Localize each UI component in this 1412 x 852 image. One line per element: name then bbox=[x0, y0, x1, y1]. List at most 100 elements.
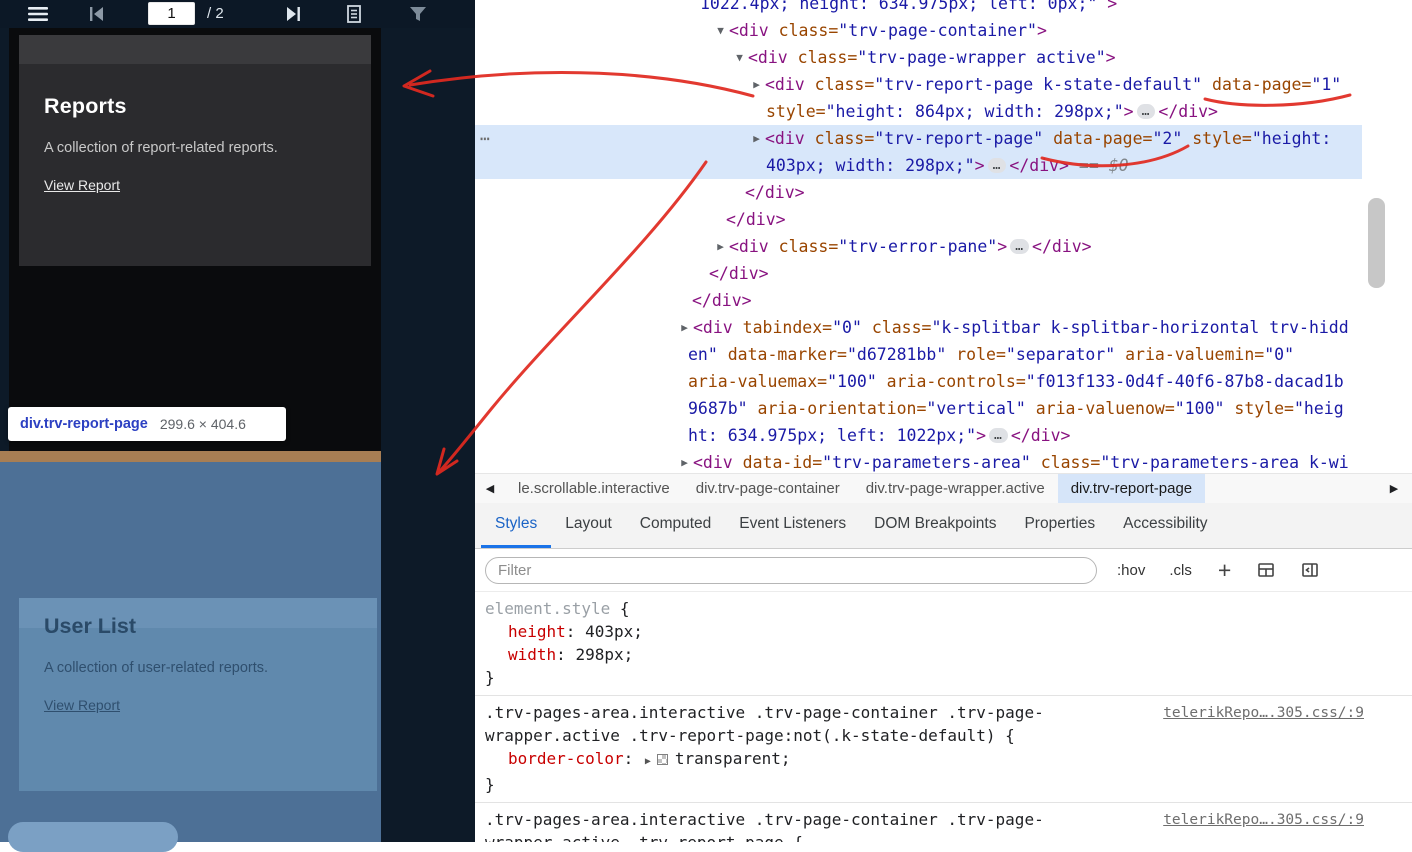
parameters-filter-icon[interactable] bbox=[408, 5, 428, 23]
dom-token: 1022.4px; height: 634.975px; left: 0px;" bbox=[700, 0, 1098, 13]
tab-styles[interactable]: Styles bbox=[481, 503, 552, 548]
dom-token: "trv-report-page k-state-default" bbox=[874, 75, 1203, 94]
breadcrumb-next-icon[interactable]: ▶ bbox=[1376, 482, 1412, 495]
tab-dom-breakpoints[interactable]: DOM Breakpoints bbox=[860, 503, 1010, 548]
inline-expand-button[interactable]: … bbox=[987, 158, 1007, 173]
stylesheet-source-link[interactable]: telerikRepo….305.css/:9 bbox=[1163, 703, 1364, 723]
dom-token: > bbox=[1097, 0, 1118, 13]
expand-longhand-icon[interactable]: ▶ bbox=[645, 756, 651, 767]
dom-tree-row-13[interactable]: en" data-marker="d67281bb" role="separat… bbox=[475, 341, 1362, 368]
tab-accessibility[interactable]: Accessibility bbox=[1109, 503, 1221, 548]
css-property[interactable]: width: 298px; bbox=[475, 643, 1412, 666]
report-title: User List bbox=[44, 614, 137, 638]
dom-tree-row-10[interactable]: </div> bbox=[475, 260, 1362, 287]
dom-tree-row-12[interactable]: ▶ <div tabindex="0" class="k-splitbar k-s… bbox=[475, 314, 1362, 341]
dom-tree-row-5[interactable]: ▶ <div class="trv-report-page" data-page=… bbox=[475, 125, 1362, 152]
styles-filter-input[interactable] bbox=[485, 556, 1097, 584]
disclosure-arrow-icon[interactable]: ▼ bbox=[731, 44, 748, 71]
dom-tree-row-7[interactable]: </div> bbox=[475, 179, 1362, 206]
dom-token: > bbox=[1105, 48, 1116, 67]
dom-tree-row-2[interactable]: ▼ <div class="trv-page-wrapper active"> bbox=[475, 44, 1362, 71]
report-page-1[interactable]: Reports A collection of report-related r… bbox=[9, 28, 381, 451]
dom-tree-row-17[interactable]: ▶ <div data-id="trv-parameters-area" clas… bbox=[475, 449, 1362, 473]
inline-expand-button[interactable]: … bbox=[1010, 239, 1030, 254]
tab-event-listeners[interactable]: Event Listeners bbox=[725, 503, 860, 548]
css-property-name[interactable]: height bbox=[508, 622, 566, 641]
dom-token: </div> bbox=[1009, 156, 1069, 175]
dom-token: "2" bbox=[1152, 129, 1183, 148]
first-page-icon[interactable] bbox=[87, 5, 107, 23]
dom-tree-row-8[interactable]: </div> bbox=[475, 206, 1362, 233]
page-total-label: / 2 bbox=[207, 5, 224, 22]
view-report-link[interactable]: View Report bbox=[44, 177, 120, 193]
css-property[interactable]: border-color: ▶ transparent; bbox=[475, 747, 1412, 773]
dom-token: "trv-parameters-area k-wi bbox=[1100, 453, 1349, 472]
breadcrumb-prev-icon[interactable]: ◀ bbox=[475, 482, 505, 495]
dom-tree-row-6[interactable]: 403px; width: 298px;">… </div> == $0 bbox=[475, 152, 1362, 179]
dom-token: aria-valuenow= bbox=[1025, 399, 1175, 418]
view-report-link[interactable]: View Report bbox=[44, 697, 120, 713]
dom-tree-row-9[interactable]: ▶ <div class="trv-error-pane">… </div> bbox=[475, 233, 1362, 260]
disclosure-arrow-icon[interactable]: ▶ bbox=[748, 125, 765, 152]
dom-token: </div> bbox=[745, 183, 805, 202]
disclosure-arrow-icon[interactable]: ▶ bbox=[748, 71, 765, 98]
dom-token: "separator" bbox=[1005, 345, 1116, 364]
disclosure-arrow-icon[interactable]: ▶ bbox=[676, 314, 693, 341]
menu-icon[interactable] bbox=[28, 6, 48, 22]
sidebar-tabs: Styles Layout Computed Event Listeners DOM B… bbox=[475, 503, 1412, 549]
report-description: A collection of report-related reports. bbox=[44, 140, 278, 156]
dom-token: "height: 864px; width: 298px;" bbox=[825, 102, 1124, 121]
css-property[interactable]: height: 403px; bbox=[475, 620, 1412, 643]
dom-tree-row-14[interactable]: aria-valuemax="100" aria-controls="f013f… bbox=[475, 368, 1362, 395]
report-description: A collection of user-related reports. bbox=[44, 660, 269, 676]
dom-tree-row-0[interactable]: 1022.4px; height: 634.975px; left: 0px;"… bbox=[475, 0, 1362, 17]
inline-expand-button[interactable]: … bbox=[1136, 104, 1156, 119]
dom-token: "k-splitbar k-splitbar-horizontal trv-hi… bbox=[931, 318, 1349, 337]
dom-token: > bbox=[976, 426, 987, 445]
dom-tree-row-4[interactable]: style="height: 864px; width: 298px;">… </… bbox=[475, 98, 1362, 125]
breadcrumb-item-3[interactable]: div.trv-report-page bbox=[1057, 474, 1206, 503]
scrollbar-thumb[interactable] bbox=[1368, 198, 1385, 288]
tab-computed[interactable]: Computed bbox=[626, 503, 726, 548]
grid-icon[interactable] bbox=[1257, 561, 1275, 579]
style-rule-0: element.style {height: 403px; width: 298p… bbox=[475, 592, 1412, 696]
tab-layout[interactable]: Layout bbox=[551, 503, 626, 548]
inline-expand-button[interactable]: … bbox=[989, 428, 1008, 443]
document-map-icon[interactable] bbox=[345, 4, 363, 24]
rule-selector[interactable]: wrapper.active .trv-report-page { bbox=[475, 831, 1412, 842]
dom-token: > bbox=[1036, 21, 1047, 40]
breadcrumb-item-2[interactable]: div.trv-page-wrapper.active bbox=[853, 474, 1058, 503]
disclosure-arrow-icon[interactable]: ▶ bbox=[676, 449, 693, 473]
sidebar-toggle-icon[interactable] bbox=[1301, 561, 1319, 579]
dom-tree-row-15[interactable]: 9687b" aria-orientation="vertical" aria-… bbox=[475, 395, 1362, 422]
css-property-name[interactable]: width bbox=[508, 645, 556, 664]
dom-tree-row-1[interactable]: ▼ <div class="trv-page-container"> bbox=[475, 17, 1362, 44]
dom-tree-row-11[interactable]: </div> bbox=[475, 287, 1362, 314]
element-classes-button[interactable]: .cls bbox=[1169, 562, 1192, 579]
disclosure-arrow-icon[interactable]: ▼ bbox=[712, 17, 729, 44]
toggle-element-state-button[interactable]: :hov bbox=[1117, 562, 1145, 579]
breadcrumb-item-0[interactable]: le.scrollable.interactive bbox=[505, 474, 683, 503]
breadcrumb-item-1[interactable]: div.trv-page-container bbox=[683, 474, 853, 503]
dom-token: tabindex= bbox=[732, 318, 833, 337]
rule-selector[interactable]: wrapper.active .trv-report-page:not(.k-s… bbox=[475, 724, 1412, 747]
dom-token: "heig bbox=[1294, 399, 1344, 418]
dom-token: <div bbox=[765, 75, 805, 94]
tab-properties[interactable]: Properties bbox=[1010, 503, 1109, 548]
dom-tree-row-16[interactable]: ht: 634.975px; left: 1022px;">… </div> bbox=[475, 422, 1362, 449]
transparent-color-swatch[interactable] bbox=[656, 754, 668, 765]
dom-tree-row-3[interactable]: ▶ <div class="trv-report-page k-state-def… bbox=[475, 71, 1362, 98]
css-property-name[interactable]: border-color bbox=[508, 749, 624, 768]
disclosure-arrow-icon[interactable]: ▶ bbox=[712, 233, 729, 260]
report-page-2-highlighted[interactable]: User List A collection of user-related r… bbox=[0, 462, 381, 852]
stylesheet-source-link[interactable]: telerikRepo….305.css/:9 bbox=[1163, 810, 1364, 830]
dom-token: > bbox=[974, 156, 985, 175]
new-style-rule-button[interactable]: + bbox=[1218, 559, 1231, 582]
dom-token: class= bbox=[787, 48, 858, 67]
last-page-icon[interactable] bbox=[283, 5, 303, 23]
viewer-toolbar: / 2 bbox=[0, 0, 475, 28]
dom-token: data-page= bbox=[1202, 75, 1312, 94]
rule-selector[interactable]: element.style { bbox=[475, 597, 1412, 620]
page-number-input[interactable] bbox=[148, 2, 195, 25]
row-menu-icon[interactable]: ⋯ bbox=[480, 125, 490, 152]
